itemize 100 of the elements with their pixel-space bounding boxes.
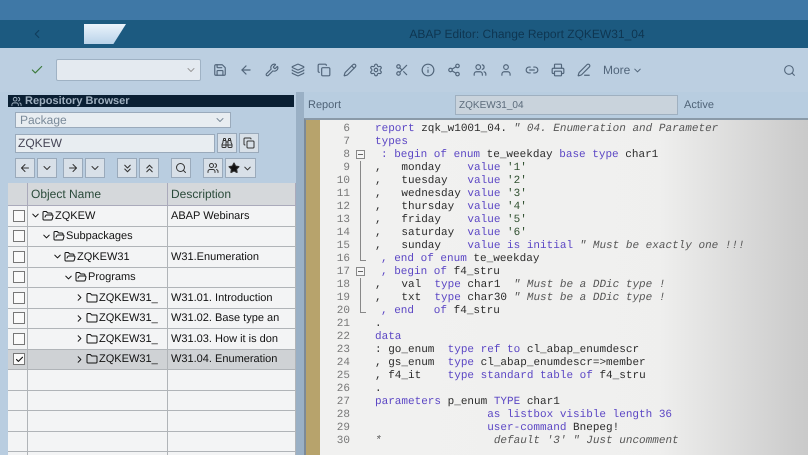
row-checkbox[interactable]	[13, 250, 25, 263]
code-line: , end of enum te_weekday	[380, 252, 540, 264]
favorites-button[interactable]	[225, 158, 256, 178]
code-line: report zqk_w1001_04. " 04. Enumeration and Parameter	[374, 122, 718, 134]
status-label: Active	[684, 99, 714, 111]
layers-icon[interactable]	[291, 63, 305, 77]
tree-item[interactable]: ZQKEW	[55, 210, 96, 222]
line-number: 27	[336, 396, 350, 408]
object-name-field[interactable]: ZQKEW	[15, 134, 215, 152]
share-icon[interactable]	[447, 63, 461, 77]
folder-icon	[64, 250, 76, 263]
line-number: 26	[336, 382, 350, 394]
table-cell	[8, 432, 28, 452]
line-number: 6	[342, 122, 350, 134]
column-header[interactable]: Object Name	[28, 183, 168, 206]
wrench-icon[interactable]	[265, 63, 279, 77]
folder-icon	[86, 353, 98, 366]
code-line: , monday value '1'	[374, 162, 527, 174]
line-number: 21	[336, 318, 350, 330]
table-cell: W31.01. Introduction	[171, 292, 273, 304]
code-line: .	[374, 382, 382, 394]
tree-item[interactable]: ZQKEW31	[77, 250, 130, 263]
logo-icon	[84, 24, 126, 44]
expand-all-button[interactable]	[117, 158, 137, 178]
dropdown-button[interactable]	[37, 158, 57, 178]
users-icon[interactable]	[473, 63, 487, 77]
row-checkbox[interactable]	[13, 292, 25, 304]
line-number: 18	[336, 278, 350, 290]
dropdown-button[interactable]	[85, 158, 105, 178]
code-line: user-command Bnepeg!	[486, 422, 620, 434]
panel-title: Repository Browser	[25, 95, 130, 107]
printer-icon[interactable]	[551, 63, 565, 77]
command-field[interactable]	[56, 59, 201, 81]
line-number: 15	[336, 240, 350, 252]
folder-icon	[86, 292, 98, 304]
edit-icon[interactable]	[577, 63, 591, 77]
back-icon[interactable]	[239, 63, 253, 77]
copy-icon	[243, 137, 255, 149]
info-icon[interactable]	[421, 63, 435, 77]
code-line: parameters p_enum TYPE char1	[374, 396, 560, 408]
row-checkbox[interactable]	[13, 210, 25, 222]
code-line: , end of f4_stru	[380, 304, 500, 316]
scissors-icon[interactable]	[395, 63, 409, 77]
line-number: 7	[342, 136, 350, 148]
code-line: , friday value '5'	[374, 214, 527, 226]
line-number: 29	[336, 422, 350, 434]
settings-icon[interactable]	[369, 63, 383, 77]
collapse-icon[interactable]	[356, 150, 365, 159]
report-name-field[interactable]: ZQKEW31_04	[455, 95, 678, 115]
code-line: : go_enum type ref to cl_abap_enumdescr	[374, 344, 640, 356]
row-checkbox[interactable]	[13, 230, 25, 242]
display-button[interactable]	[217, 133, 237, 153]
collapse-all-button[interactable]	[139, 158, 159, 178]
save-icon[interactable]	[213, 63, 227, 77]
code-line: , wednesday value '3'	[374, 188, 527, 200]
code-line: , txt type char30 " Must be a DDic type !	[374, 292, 666, 304]
users-button[interactable]	[203, 158, 223, 178]
back-button[interactable]	[15, 158, 35, 178]
line-number: 12	[336, 200, 350, 212]
table-cell: W31.Enumeration	[171, 250, 260, 263]
line-number: 16	[336, 252, 350, 264]
line-number: 8	[342, 148, 350, 160]
folder-icon	[75, 271, 87, 284]
line-number: 24	[336, 356, 350, 368]
column-header[interactable]: Description	[168, 183, 296, 206]
row-checkbox[interactable]	[13, 353, 25, 366]
pencil-icon[interactable]	[343, 63, 357, 77]
line-number: 10	[336, 174, 350, 186]
table-cell	[8, 411, 28, 432]
more-button[interactable]: More	[603, 63, 644, 77]
search-button[interactable]	[171, 158, 191, 178]
user-icon[interactable]	[499, 63, 513, 77]
tree-item[interactable]: Subpackages	[66, 230, 133, 242]
table-cell: ABAP Webinars	[171, 210, 250, 222]
tree-item[interactable]: ZQKEW31_	[99, 312, 158, 324]
code-editor[interactable]	[304, 118, 808, 455]
table-cell: W31.04. Enumeration	[171, 353, 278, 366]
line-number: 30	[336, 434, 350, 446]
line-number: 13	[336, 214, 350, 226]
folder-icon	[42, 210, 54, 222]
folder-icon	[53, 230, 65, 242]
tree-item[interactable]: ZQKEW31_	[99, 332, 158, 345]
forward-button[interactable]	[63, 158, 83, 178]
code-line: , gs_enum type cl_abap_enumdescr=>member	[374, 356, 646, 368]
row-checkbox[interactable]	[13, 332, 25, 345]
code-line: , begin of f4_stru	[380, 266, 500, 278]
tree-item[interactable]: Programs	[88, 271, 136, 284]
table-cell: W31.02. Base type an	[171, 312, 280, 324]
copy-button[interactable]	[239, 133, 259, 153]
tree-item[interactable]: ZQKEW31_	[99, 292, 158, 304]
row-checkbox[interactable]	[13, 312, 25, 324]
row-checkbox[interactable]	[13, 271, 25, 284]
line-number: 28	[336, 408, 350, 420]
collapse-icon[interactable]	[356, 267, 365, 276]
copy-icon[interactable]	[317, 63, 331, 77]
code-line: , thursday value '4'	[374, 200, 527, 212]
code-line: , val type char1 " Must be a DDic type !	[374, 278, 666, 290]
search-icon[interactable]	[783, 64, 796, 76]
code-line: * default '3' " Just uncomment	[374, 434, 679, 446]
search-icon	[175, 162, 187, 174]
